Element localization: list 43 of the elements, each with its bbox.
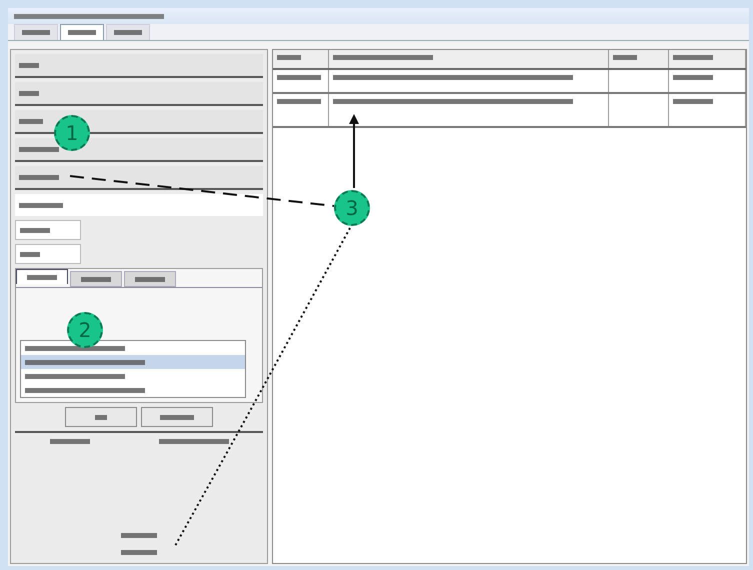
illegible-label <box>114 30 142 35</box>
dialog-button[interactable] <box>141 407 213 427</box>
illegible-label <box>19 118 43 124</box>
illegible-label <box>277 99 321 104</box>
input-field[interactable] <box>15 82 263 106</box>
input-field[interactable] <box>15 138 263 162</box>
spin-field[interactable] <box>15 244 81 264</box>
illegible-label <box>160 414 194 420</box>
illegible-label <box>121 550 157 555</box>
illegible-label <box>277 75 321 80</box>
window-tab[interactable] <box>106 24 150 40</box>
panel-tab[interactable] <box>16 269 68 284</box>
input-field[interactable] <box>15 194 263 216</box>
illegible-label <box>81 276 111 282</box>
illegible-label <box>95 414 107 420</box>
dialog-button[interactable] <box>65 407 137 427</box>
illegible-label <box>613 55 637 60</box>
table-row[interactable] <box>273 70 746 94</box>
illegible-label <box>20 228 50 232</box>
illegible-label <box>19 90 39 96</box>
illegible-label <box>19 62 39 68</box>
illegible-label <box>673 75 713 80</box>
illegible-label <box>277 55 301 60</box>
window-tab[interactable] <box>14 24 58 40</box>
illegible-label <box>19 146 59 152</box>
input-field[interactable] <box>15 54 263 78</box>
illegible-label <box>673 99 713 104</box>
illegible-label <box>135 276 165 282</box>
illegible-label <box>121 533 157 538</box>
illegible-label <box>673 55 713 60</box>
illegible-label <box>27 274 57 280</box>
illegible-label <box>50 439 90 444</box>
table-row[interactable] <box>273 94 746 128</box>
illegible-label <box>19 174 59 180</box>
illegible-label <box>158 439 228 444</box>
window-tab[interactable] <box>60 24 104 40</box>
illegible-label <box>19 202 63 208</box>
illegible-label <box>22 30 50 35</box>
list-item[interactable] <box>21 355 245 369</box>
input-field[interactable] <box>15 166 263 190</box>
illegible-label <box>68 30 96 35</box>
spin-field[interactable] <box>15 220 81 240</box>
illegible-label <box>20 252 40 256</box>
